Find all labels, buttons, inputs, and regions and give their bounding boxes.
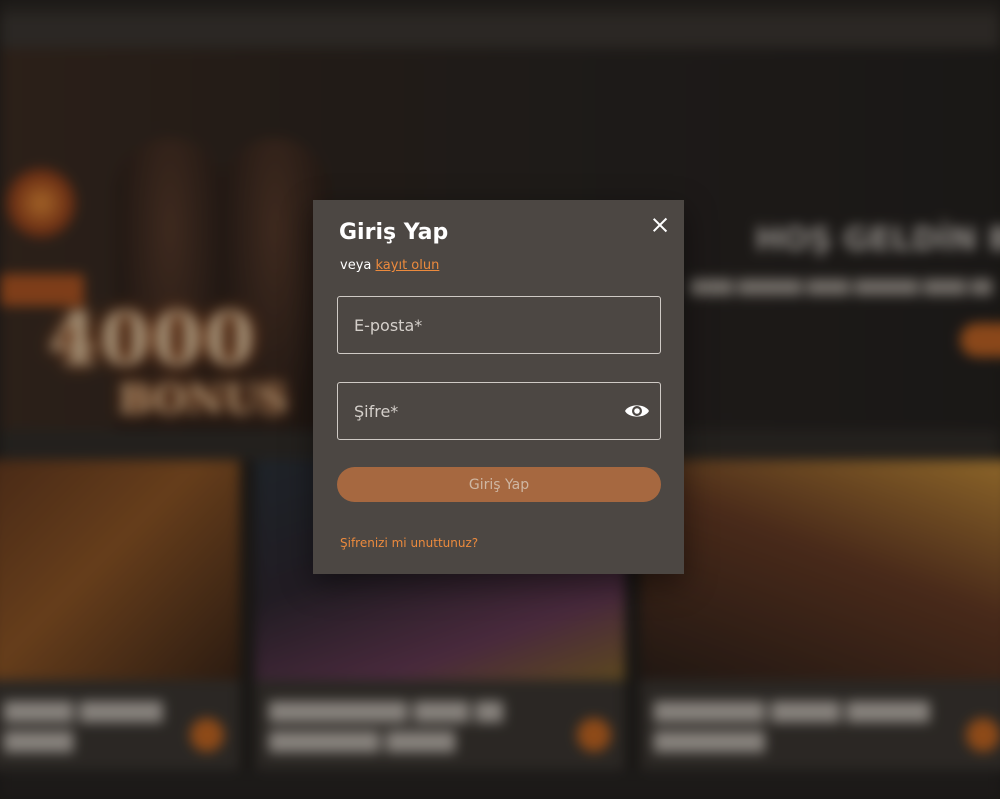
register-line: veya kayıt olun — [340, 258, 439, 273]
register-prefix: veya — [340, 258, 372, 273]
login-modal: Giriş Yap veya kayıt olun Giriş Yap Şifr… — [313, 200, 684, 574]
password-field — [337, 382, 661, 440]
login-submit-button[interactable]: Giriş Yap — [337, 467, 661, 502]
close-icon[interactable] — [648, 213, 672, 237]
password-input[interactable] — [338, 383, 660, 439]
forgot-password-link[interactable]: Şifrenizi mi unuttunuz? — [340, 536, 478, 550]
register-link[interactable]: kayıt olun — [376, 258, 440, 273]
email-input[interactable] — [338, 297, 660, 353]
modal-title: Giriş Yap — [339, 220, 449, 245]
eye-icon[interactable] — [624, 399, 650, 423]
email-field — [337, 296, 661, 354]
